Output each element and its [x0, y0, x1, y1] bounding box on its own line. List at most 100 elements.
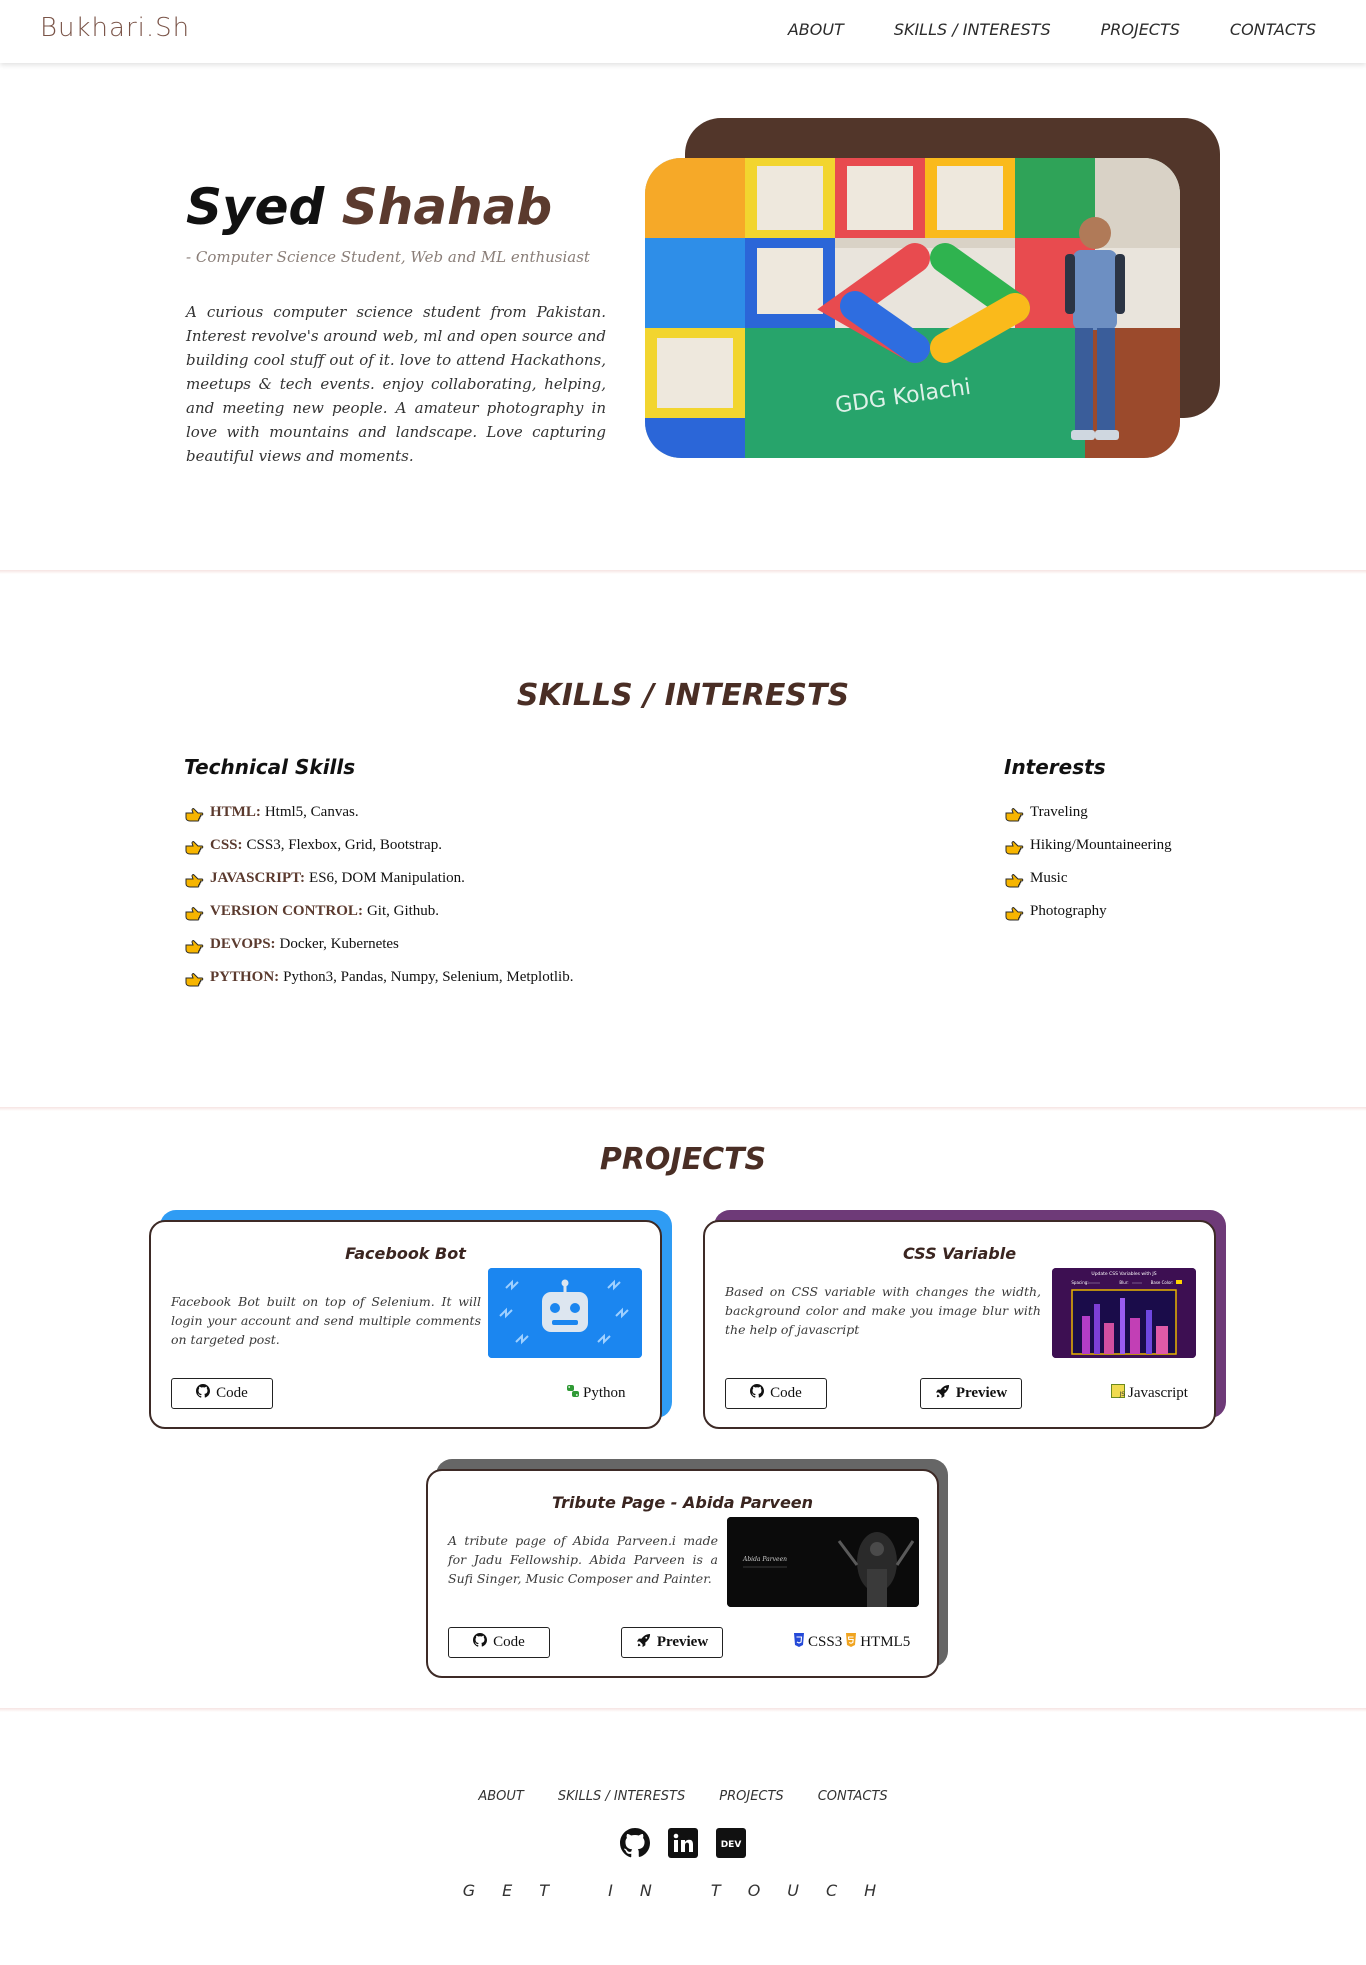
technical-skills-title: Technical Skills — [184, 755, 356, 779]
brand-logo[interactable]: Bukhari.Sh — [40, 13, 190, 43]
thumb-text: Abida Parveen — [742, 1556, 787, 1563]
interests-title: Interests — [1004, 755, 1106, 779]
skill-value: Docker, Kubernetes — [279, 936, 399, 952]
code-button-label: Code — [216, 1385, 248, 1401]
project-title: Facebook Bot — [345, 1244, 466, 1263]
code-button-label: Code — [770, 1385, 802, 1401]
project-card-tribute-page: Tribute Page - Abida Parveen A tribute p… — [426, 1469, 939, 1678]
list-item: JAVASCRIPT: ES6, DOM Manipulation. — [184, 862, 573, 895]
code-button[interactable]: Code — [448, 1627, 550, 1658]
list-item: Hiking/Mountaineering — [1004, 829, 1172, 862]
hero-description: A curious computer science student from … — [186, 303, 606, 465]
project-description: Facebook Bot built on top of Selenium. I… — [171, 1294, 481, 1347]
thumb-label: Blur: — [1119, 1280, 1128, 1285]
github-icon[interactable] — [620, 1828, 650, 1858]
rocket-icon — [636, 1633, 651, 1653]
section-divider — [0, 1708, 1366, 1712]
skill-value: Html5, Canvas. — [264, 804, 359, 820]
code-button[interactable]: Code — [725, 1378, 827, 1409]
github-icon — [750, 1384, 765, 1403]
pointing-hand-icon — [184, 873, 206, 889]
project-thumbnail — [488, 1268, 642, 1358]
github-icon — [196, 1384, 211, 1403]
tech-label: Python — [583, 1385, 626, 1401]
tech-stack: CSS3 HTML5 — [793, 1633, 910, 1652]
nav-link-about[interactable]: ABOUT — [788, 20, 844, 39]
nav-link-skills[interactable]: SKILLS / INTERESTS — [894, 20, 1051, 39]
project-description: Based on CSS variable with changes the w… — [725, 1284, 1041, 1337]
skill-key: DEVOPS: — [210, 936, 276, 952]
section-divider — [0, 1107, 1366, 1111]
pointing-hand-icon — [184, 840, 206, 856]
footer-link-contacts[interactable]: CONTACTS — [818, 1789, 888, 1804]
tech-label: HTML5 — [860, 1634, 911, 1650]
skills-title: SKILLS / INTERESTS — [516, 678, 850, 713]
hero-first-name: Syed — [186, 178, 325, 236]
rocket-icon — [935, 1384, 950, 1404]
dev-icon[interactable]: DEV — [716, 1828, 746, 1858]
skill-key: CSS: — [210, 837, 243, 853]
list-item: VERSION CONTROL: Git, Github. — [184, 895, 573, 928]
svg-text:JS: JS — [1119, 1391, 1126, 1398]
section-divider — [0, 570, 1366, 574]
code-button[interactable]: Code — [171, 1378, 273, 1409]
skill-value: Git, Github. — [366, 903, 440, 919]
page: Bukhari.Sh ABOUT SKILLS / INTERESTS PROJ… — [0, 0, 1366, 1965]
list-item: Photography — [1004, 895, 1172, 928]
footer-link-projects[interactable]: PROJECTS — [719, 1789, 783, 1804]
interests-list: Traveling Hiking/Mountaineering Music Ph… — [1004, 796, 1172, 928]
project-thumbnail: Abida Parveen — [727, 1517, 919, 1607]
interest-label: Photography — [1030, 903, 1107, 919]
interest-label: Music — [1030, 870, 1068, 886]
python-icon — [566, 1384, 580, 1403]
footer-links: ABOUT SKILLS / INTERESTS PROJECTS CONTAC… — [0, 1789, 1366, 1804]
tech-stack: JS Javascript — [1111, 1384, 1188, 1403]
footer-link-skills[interactable]: SKILLS / INTERESTS — [558, 1789, 685, 1804]
project-title: CSS Variable — [902, 1244, 1017, 1263]
project-card-css-variable: CSS Variable Based on CSS variable with … — [703, 1220, 1216, 1429]
list-item: Music — [1004, 862, 1172, 895]
preview-button[interactable]: Preview — [920, 1378, 1022, 1409]
pointing-hand-icon — [184, 906, 206, 922]
project-description: A tribute page of Abida Parveen.i made f… — [448, 1533, 718, 1586]
project-card-facebook-bot: Facebook Bot Facebook Bot built on top o… — [149, 1220, 662, 1429]
projects-title: PROJECTS — [599, 1142, 767, 1177]
nav-link-contacts[interactable]: CONTACTS — [1230, 20, 1316, 39]
list-item: PYTHON: Python3, Pandas, Numpy, Selenium,… — [184, 961, 573, 994]
footer-link-about[interactable]: ABOUT — [478, 1789, 524, 1804]
code-button-label: Code — [493, 1634, 525, 1650]
pointing-hand-icon — [184, 972, 206, 988]
skill-key: JAVASCRIPT: — [210, 870, 306, 886]
list-item: HTML: Html5, Canvas. — [184, 796, 573, 829]
project-title: Tribute Page - Abida Parveen — [551, 1493, 814, 1512]
technical-skills-list: HTML: Html5, Canvas. CSS: CSS3, Flexbox, G… — [184, 796, 573, 994]
hero-last-name: Shahab — [341, 178, 553, 236]
pointing-hand-icon — [184, 807, 206, 823]
tech-label: CSS3 — [808, 1634, 843, 1650]
skill-key: VERSION CONTROL: — [210, 903, 363, 919]
nav-link-projects[interactable]: PROJECTS — [1101, 20, 1180, 39]
linkedin-icon[interactable] — [668, 1828, 698, 1858]
list-item: DEVOPS: Docker, Kubernetes — [184, 928, 573, 961]
interest-label: Traveling — [1030, 804, 1088, 820]
javascript-icon: JS — [1111, 1384, 1125, 1403]
skill-value: Python3, Pandas, Numpy, Selenium, Metplo… — [283, 969, 574, 985]
preview-button-label: Preview — [955, 1385, 1008, 1401]
skill-value: CSS3, Flexbox, Grid, Bootstrap. — [246, 837, 442, 853]
nav-links: ABOUT SKILLS / INTERESTS PROJECTS CONTAC… — [788, 20, 1316, 39]
skill-value: ES6, DOM Manipulation. — [309, 870, 465, 886]
list-item: Traveling — [1004, 796, 1172, 829]
social-links: DEV — [0, 1828, 1366, 1858]
navbar: Bukhari.Sh ABOUT SKILLS / INTERESTS PROJ… — [0, 0, 1366, 63]
hero-subtitle: - Computer Science Student, Web and ML e… — [186, 248, 590, 266]
get-in-touch[interactable]: GET IN TOUCH — [0, 1881, 1366, 1900]
skill-key: PYTHON: — [210, 969, 280, 985]
interest-label: Hiking/Mountaineering — [1030, 837, 1172, 853]
pointing-hand-icon — [1004, 906, 1026, 922]
pointing-hand-icon — [1004, 873, 1026, 889]
thumb-label: Base Color: — [1151, 1280, 1174, 1285]
skill-key: HTML: — [210, 804, 261, 820]
preview-button[interactable]: Preview — [621, 1627, 723, 1658]
tech-stack: Python — [566, 1384, 626, 1403]
html5-icon — [845, 1633, 857, 1652]
